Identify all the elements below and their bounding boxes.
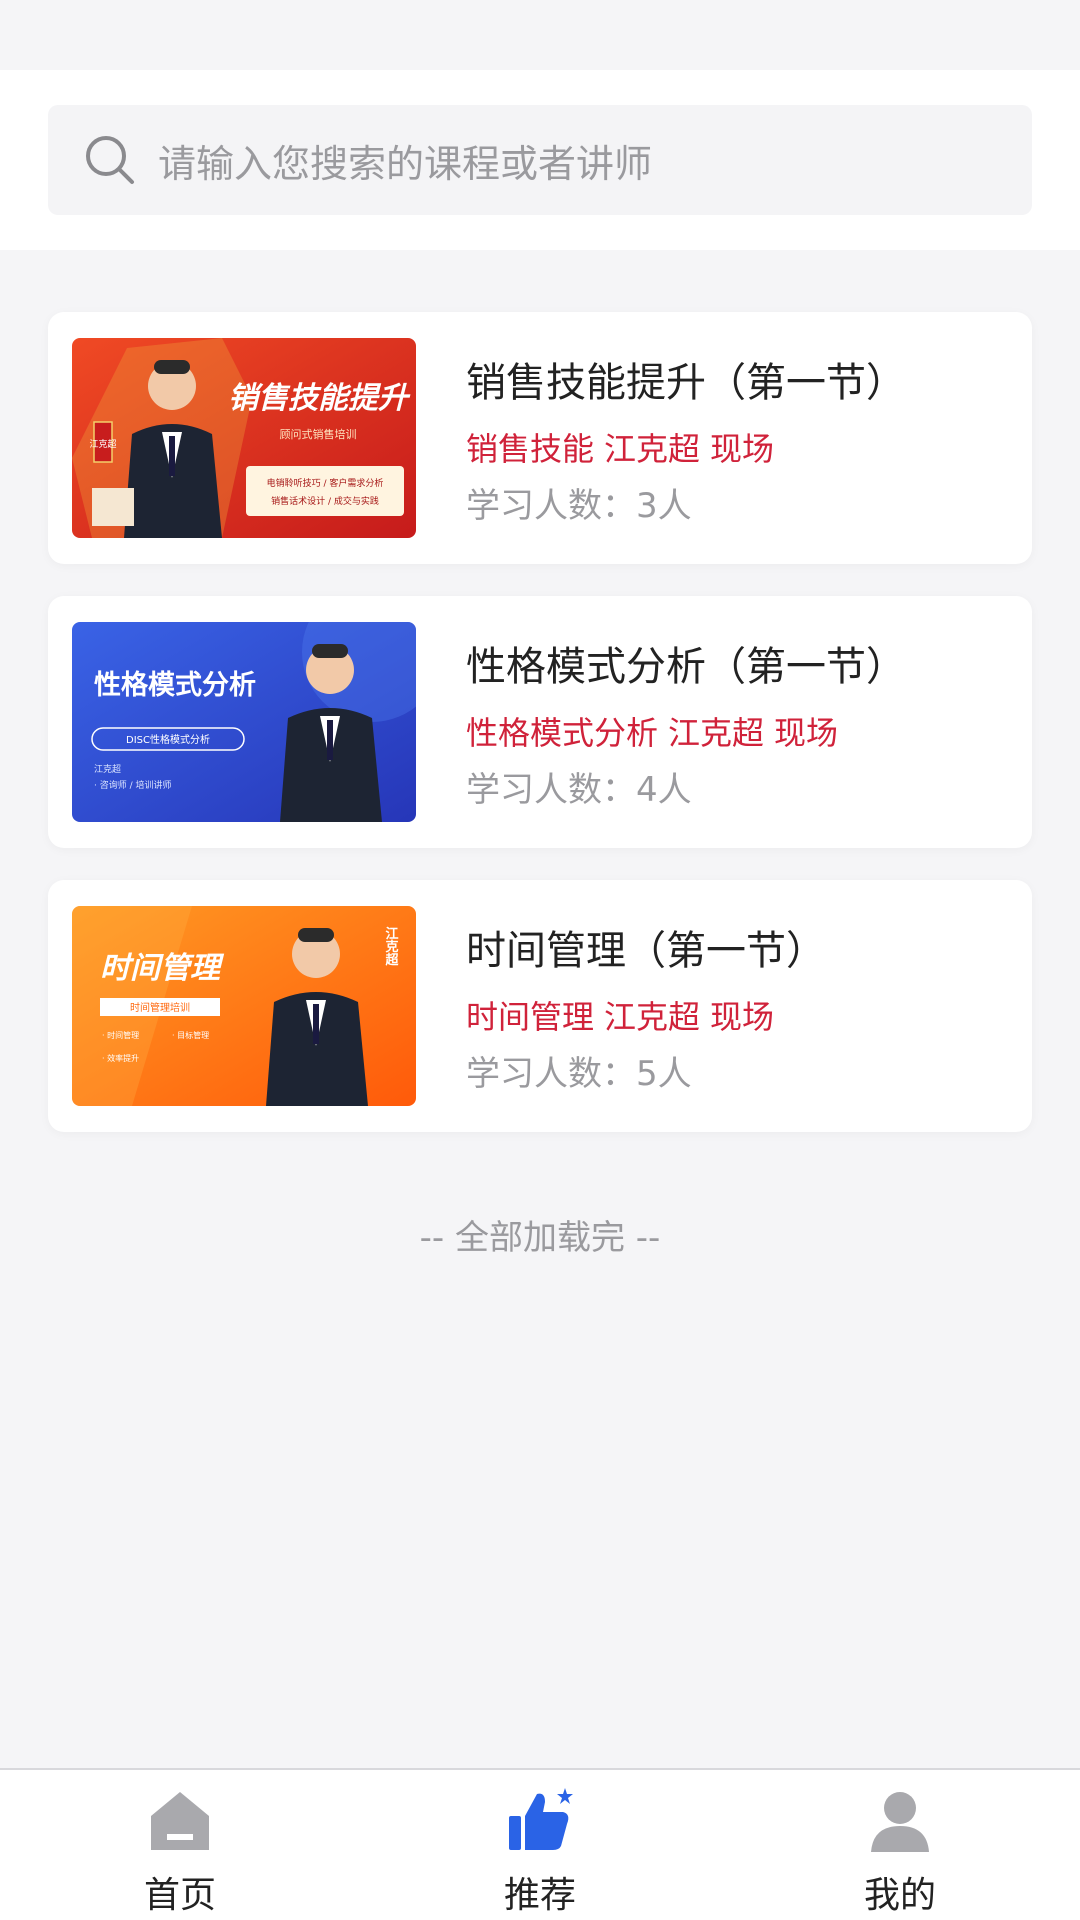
thumb-subline: DISC性格模式分析: [126, 733, 210, 746]
course-card-time-management[interactable]: 时间管理 时间管理培训 · 时间管理 · 目标管理 · 效率提升 江克超 时间管…: [48, 880, 1032, 1132]
course-tag: 性格模式分析: [466, 714, 659, 752]
course-learner-count: 学习人数：5人: [466, 1054, 692, 1094]
course-tags: 销售技能 江克超 现场: [466, 424, 784, 470]
course-tags: 性格模式分析 江克超 现场: [466, 708, 848, 754]
course-title: 时间管理（第一节）: [466, 928, 826, 974]
course-thumbnail: 江克超 销售技能提升 顾问式销售培训 电销聆听技巧 / 客户需求分析 销售话术设…: [72, 338, 416, 538]
list-end-indicator: -- 全部加载完 --: [419, 1218, 661, 1258]
thumbs-up-icon: [509, 1788, 573, 1850]
thumb-name-tag: 江克超: [89, 438, 116, 450]
nav-item-me[interactable]: 我的: [720, 1770, 1080, 1920]
course-learner-count: 学习人数：3人: [466, 486, 692, 526]
thumb-line: · 时间管理: [102, 1030, 139, 1040]
home-icon: [151, 1792, 209, 1850]
course-tag: 销售技能: [466, 430, 595, 468]
nav-item-recommend[interactable]: 推荐: [360, 1770, 720, 1920]
course-card-personality[interactable]: 性格模式分析 DISC性格模式分析 江克超 · 咨询师 / 培训讲师 性格模式分…: [48, 596, 1032, 848]
thumb-headline: 销售技能提升: [228, 381, 411, 416]
course-tag: 现场: [710, 430, 775, 468]
user-icon: [871, 1792, 929, 1852]
course-card-sales-skills[interactable]: 江克超 销售技能提升 顾问式销售培训 电销聆听技巧 / 客户需求分析 销售话术设…: [48, 312, 1032, 564]
course-tag: 江克超: [668, 714, 765, 752]
course-title: 性格模式分析（第一节）: [466, 644, 906, 690]
thumb-headline: 性格模式分析: [94, 670, 256, 701]
nav-label: 推荐: [503, 1875, 576, 1916]
search-input[interactable]: 请输入您搜索的课程或者讲师: [48, 105, 1032, 215]
bottom-nav: 首页 推荐 我的: [0, 1768, 1080, 1920]
course-tag: 现场: [774, 714, 839, 752]
course-title: 销售技能提升（第一节）: [466, 360, 906, 406]
course-tag: 江克超: [604, 430, 701, 468]
thumb-line: 江克超: [94, 763, 121, 775]
course-learner-count: 学习人数：4人: [466, 770, 692, 810]
nav-label: 首页: [143, 1875, 216, 1916]
course-thumbnail: 时间管理 时间管理培训 · 时间管理 · 目标管理 · 效率提升 江克超: [72, 906, 416, 1106]
thumb-line: · 效率提升: [102, 1053, 139, 1063]
course-tag: 时间管理: [466, 998, 595, 1036]
search-area: 请输入您搜索的课程或者讲师: [0, 70, 1080, 250]
search-icon: [86, 136, 134, 184]
thumb-line: 电销聆听技巧 / 客户需求分析: [267, 477, 384, 489]
nav-item-home[interactable]: 首页: [0, 1770, 360, 1920]
thumb-subline: 时间管理培训: [130, 1001, 190, 1014]
thumb-headline: 时间管理: [100, 951, 225, 986]
nav-label: 我的: [863, 1875, 936, 1916]
thumb-subline: 顾问式销售培训: [280, 427, 357, 441]
search-placeholder: 请输入您搜索的课程或者讲师: [158, 141, 653, 186]
thumb-line: 销售话术设计 / 成交与实践: [271, 495, 379, 507]
course-tag: 江克超: [604, 998, 701, 1036]
course-tag: 现场: [710, 998, 775, 1036]
course-tags: 时间管理 江克超 现场: [466, 992, 784, 1038]
thumb-line: · 咨询师 / 培训讲师: [94, 779, 171, 791]
thumb-line: · 目标管理: [172, 1030, 209, 1040]
thumb-name-tag: 江克超: [383, 926, 399, 967]
course-thumbnail: 性格模式分析 DISC性格模式分析 江克超 · 咨询师 / 培训讲师: [72, 622, 416, 822]
